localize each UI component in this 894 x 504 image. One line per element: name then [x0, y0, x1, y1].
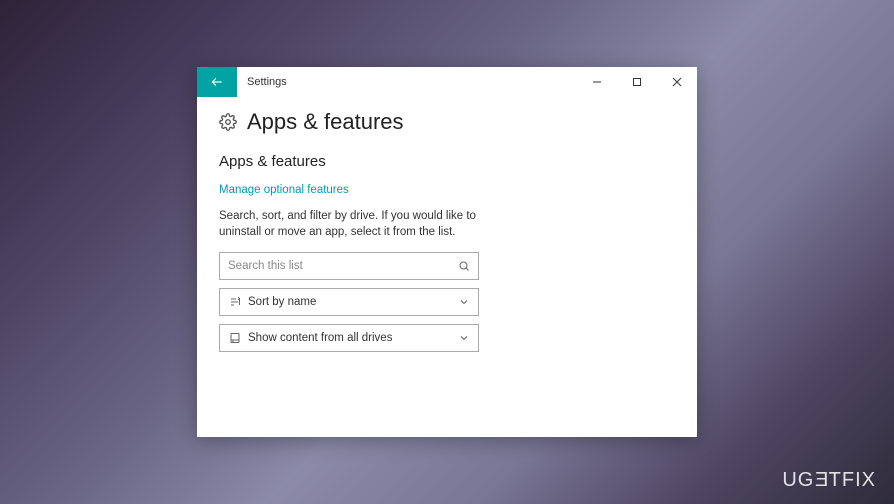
chevron-down-icon — [458, 332, 470, 344]
maximize-button[interactable] — [617, 67, 657, 97]
window-title: Settings — [237, 67, 577, 97]
close-button[interactable] — [657, 67, 697, 97]
filter-label: Show content from all drives — [248, 332, 458, 344]
content-area: Apps & features Apps & features Manage o… — [197, 97, 697, 437]
close-icon — [672, 77, 682, 87]
titlebar: Settings — [197, 67, 697, 97]
page-title: Apps & features — [247, 109, 404, 135]
help-text: Search, sort, and filter by drive. If yo… — [219, 208, 519, 240]
window-controls — [577, 67, 697, 97]
search-input[interactable]: Search this list — [219, 252, 479, 280]
settings-window: Settings Apps & features Apps & features… — [197, 67, 697, 437]
sort-icon — [228, 296, 242, 308]
page-header: Apps & features — [219, 109, 675, 135]
filter-dropdown[interactable]: Show content from all drives — [219, 324, 479, 352]
arrow-left-icon — [210, 75, 224, 89]
chevron-down-icon — [458, 296, 470, 308]
watermark: UGETFIX — [782, 469, 876, 492]
maximize-icon — [632, 77, 642, 87]
back-button[interactable] — [197, 67, 237, 97]
sort-label: Sort by name — [248, 296, 458, 308]
drive-icon — [228, 332, 242, 344]
section-title: Apps & features — [219, 153, 675, 170]
minimize-button[interactable] — [577, 67, 617, 97]
gear-icon — [219, 113, 237, 131]
search-placeholder: Search this list — [228, 260, 458, 272]
sort-dropdown[interactable]: Sort by name — [219, 288, 479, 316]
manage-optional-features-link[interactable]: Manage optional features — [219, 184, 349, 196]
search-icon — [458, 260, 470, 272]
minimize-icon — [592, 77, 602, 87]
